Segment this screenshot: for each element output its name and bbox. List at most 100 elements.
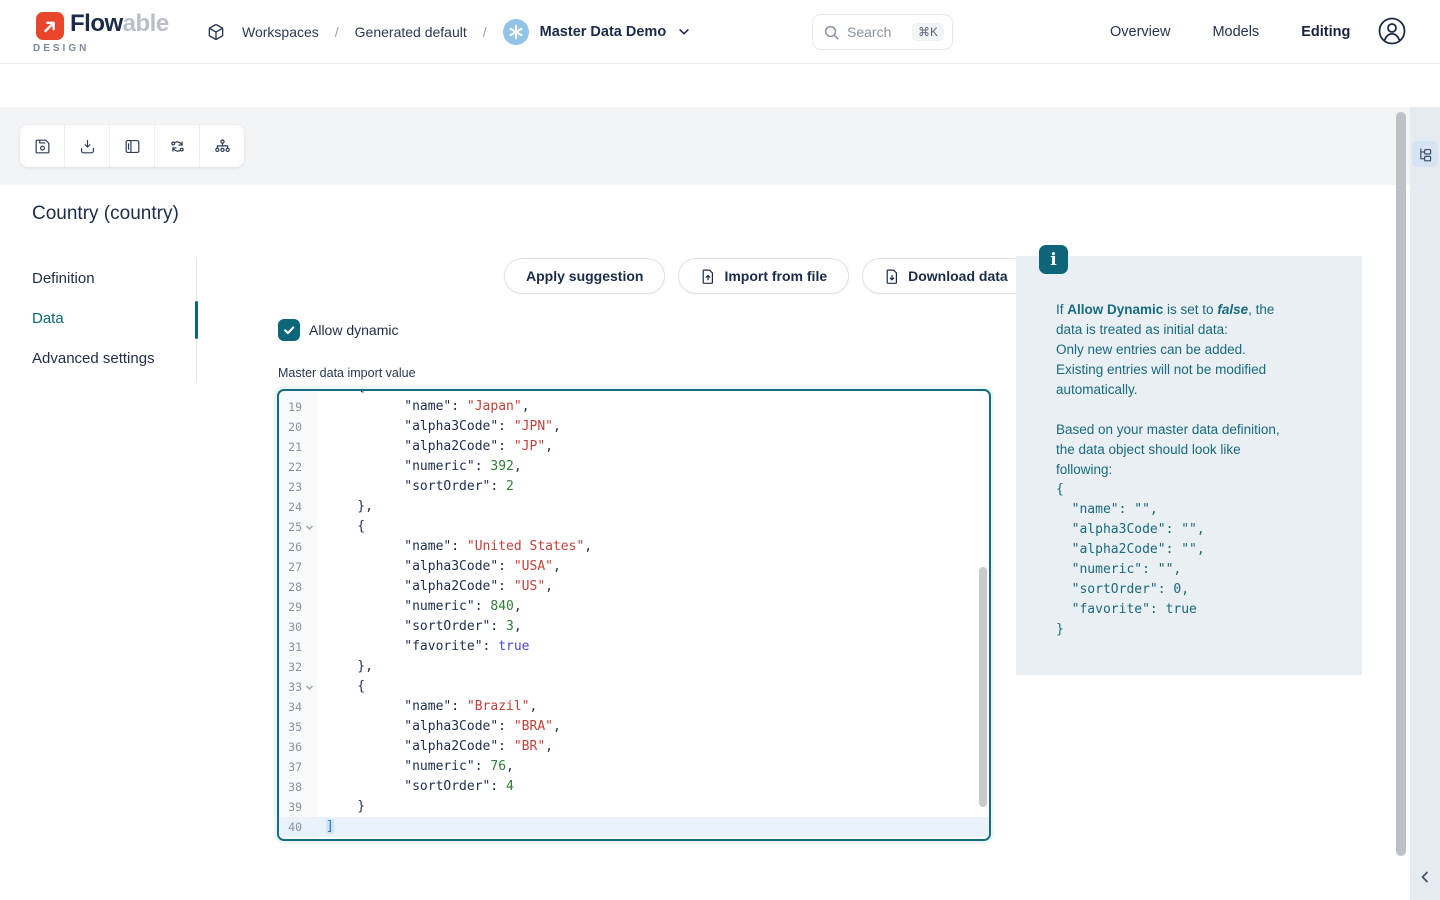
info-icon: i	[1039, 245, 1068, 274]
editor-line[interactable]: 23 "sortOrder": 2	[279, 477, 989, 497]
editor-content: {19 "name": "Japan",20 "alpha3Code": "JP…	[279, 389, 989, 837]
line-number: 31	[279, 637, 317, 657]
workspace-cube-icon	[206, 22, 226, 42]
import-value-label: Master data import value	[278, 366, 416, 380]
editor-line[interactable]: 20 "alpha3Code": "JPN",	[279, 417, 989, 437]
sidenav-active-indicator	[195, 301, 198, 339]
import-icon[interactable]	[65, 125, 110, 167]
sidenav-item-data[interactable]: Data	[32, 310, 182, 330]
info-panel-line: "sortOrder": 0,	[1056, 580, 1344, 600]
line-number: 40	[279, 817, 317, 837]
model-selector[interactable]: Master Data Demo	[503, 19, 692, 45]
editor-scrollbar[interactable]	[979, 567, 987, 807]
data-actions: Apply suggestion Import from file Downlo…	[504, 258, 1030, 294]
json-code-editor[interactable]: {19 "name": "Japan",20 "alpha3Code": "JP…	[277, 389, 991, 841]
breadcrumb-workspaces[interactable]: Workspaces	[242, 24, 319, 40]
fold-spacer	[304, 662, 315, 673]
model-toolbar	[20, 125, 244, 167]
fold-spacer	[304, 742, 315, 753]
fold-spacer	[304, 782, 315, 793]
fold-spacer	[304, 802, 315, 813]
line-number: 38	[279, 777, 317, 797]
line-number: 21	[279, 437, 317, 457]
file-download-icon	[884, 268, 900, 285]
editor-line[interactable]: 39 }	[279, 797, 989, 817]
editor-line[interactable]: 24 },	[279, 497, 989, 517]
flowable-design-app: Flowable DESIGN Workspaces / Generated d…	[0, 0, 1440, 900]
line-number: 23	[279, 477, 317, 497]
canvas-band	[0, 107, 1440, 185]
fold-spacer	[304, 762, 315, 773]
editor-line[interactable]: 35 "alpha3Code": "BRA",	[279, 717, 989, 737]
editor-line[interactable]: 25 {	[279, 517, 989, 537]
sync-compare-icon[interactable]	[155, 125, 200, 167]
download-data-button[interactable]: Download data	[862, 258, 1030, 294]
info-panel-line: If Allow Dynamic is set to false, the	[1056, 300, 1344, 320]
editor-line[interactable]: 29 "numeric": 840,	[279, 597, 989, 617]
fold-spacer	[304, 502, 315, 513]
editor-line[interactable]: 36 "alpha2Code": "BR",	[279, 737, 989, 757]
page-scrollbar[interactable]	[1396, 112, 1406, 856]
brand-wordmark: Flowable	[70, 10, 169, 38]
fold-caret-icon[interactable]	[304, 682, 315, 693]
editor-line[interactable]: 31 "favorite": true	[279, 637, 989, 657]
sidenav-item-definition[interactable]: Definition	[32, 270, 182, 290]
nav-editing[interactable]: Editing	[1301, 24, 1350, 40]
editor-line[interactable]: {	[279, 389, 989, 397]
user-avatar[interactable]	[1377, 16, 1407, 46]
editor-line[interactable]: 38 "sortOrder": 4	[279, 777, 989, 797]
line-number: 30	[279, 617, 317, 637]
editor-line[interactable]: 22 "numeric": 392,	[279, 457, 989, 477]
sidenav-item-advanced-settings[interactable]: Advanced settings	[32, 350, 182, 370]
fold-spacer	[304, 462, 315, 473]
breadcrumb-project[interactable]: Generated default	[355, 24, 467, 40]
fold-caret-icon[interactable]	[304, 522, 315, 533]
breadcrumb-separator: /	[483, 24, 487, 40]
editor-line[interactable]: 26 "name": "United States",	[279, 537, 989, 557]
info-panel-line: Existing entries will not be modified	[1056, 360, 1344, 380]
brand-subtitle: DESIGN	[33, 43, 89, 54]
editor-line[interactable]: 19 "name": "Japan",	[279, 397, 989, 417]
fold-spacer	[304, 822, 315, 833]
editor-line[interactable]: 30 "sortOrder": 3,	[279, 617, 989, 637]
import-from-file-button[interactable]: Import from file	[678, 258, 849, 294]
allow-dynamic-checkbox[interactable]	[278, 319, 300, 341]
expand-panel-chevron-icon[interactable]	[1417, 869, 1433, 885]
split-panel-icon[interactable]	[110, 125, 155, 167]
fold-spacer	[304, 622, 315, 633]
nav-models[interactable]: Models	[1212, 24, 1259, 40]
info-panel-line: {	[1056, 480, 1344, 500]
fold-spacer	[304, 542, 315, 553]
page-title: Country (country)	[32, 203, 179, 225]
line-number: 35	[279, 717, 317, 737]
primary-nav: Overview Models Editing	[1110, 0, 1350, 64]
editor-line[interactable]: 28 "alpha2Code": "US",	[279, 577, 989, 597]
fold-spacer	[304, 582, 315, 593]
search-shortcut-badge: ⌘K	[912, 23, 944, 41]
editor-line[interactable]: 21 "alpha2Code": "JP",	[279, 437, 989, 457]
check-icon	[282, 323, 296, 337]
line-number: 27	[279, 557, 317, 577]
section-nav: Definition Data Advanced settings	[32, 270, 182, 390]
save-icon[interactable]	[20, 125, 65, 167]
editor-line[interactable]: 33 {	[279, 677, 989, 697]
editor-line[interactable]: 40]	[279, 817, 989, 837]
apply-suggestion-button[interactable]: Apply suggestion	[504, 258, 665, 294]
fold-spacer	[304, 442, 315, 453]
editor-line[interactable]: 32 },	[279, 657, 989, 677]
flowable-logo-icon[interactable]	[36, 12, 64, 40]
info-panel-line: data is treated as initial data:	[1056, 320, 1344, 340]
apply-suggestion-label: Apply suggestion	[526, 268, 643, 284]
editor-line[interactable]: 34 "name": "Brazil",	[279, 697, 989, 717]
line-number: 34	[279, 697, 317, 717]
hierarchy-icon[interactable]	[200, 125, 244, 167]
search-placeholder: Search	[847, 24, 891, 40]
info-panel-line: Only new entries can be added.	[1056, 340, 1344, 360]
search-icon	[823, 24, 840, 41]
search-input[interactable]: Search ⌘K	[812, 14, 953, 50]
editor-line[interactable]: 27 "alpha3Code": "USA",	[279, 557, 989, 577]
fold-spacer	[304, 642, 315, 653]
editor-line[interactable]: 37 "numeric": 76,	[279, 757, 989, 777]
nav-overview[interactable]: Overview	[1110, 24, 1170, 40]
model-tree-toggle-icon[interactable]	[1412, 141, 1438, 167]
